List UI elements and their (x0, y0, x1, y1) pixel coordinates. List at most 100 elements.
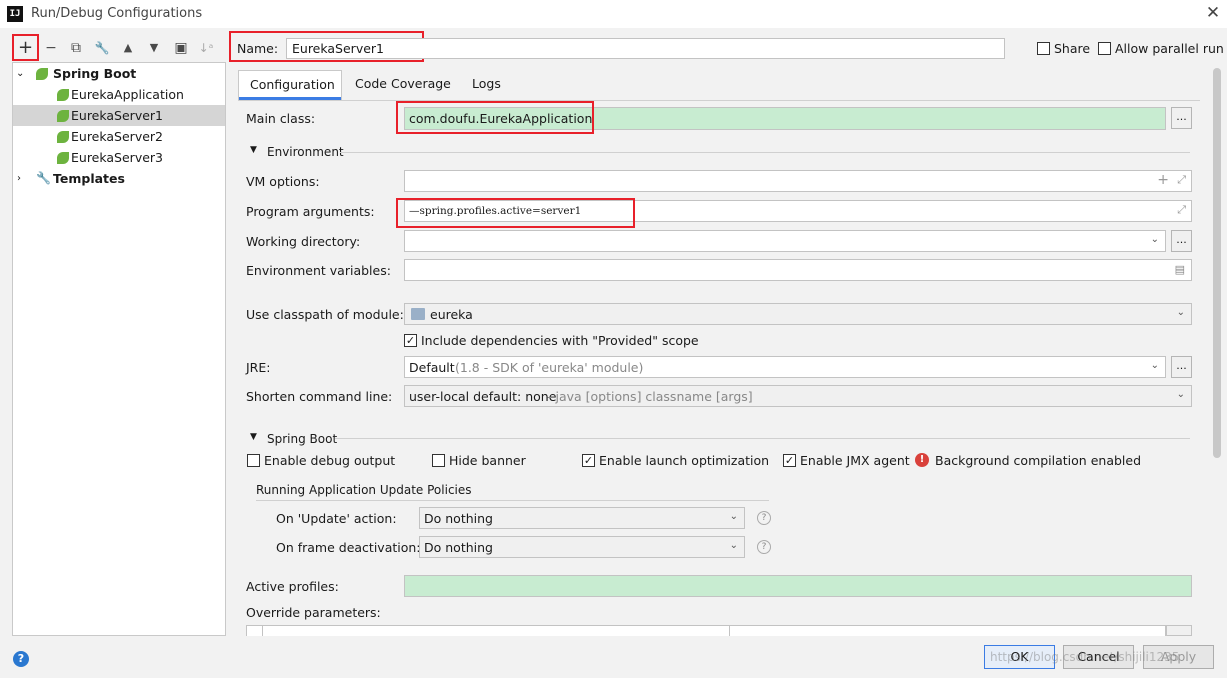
active-profiles-label: Active profiles: (246, 579, 339, 594)
help-question-icon[interactable]: ? (757, 540, 771, 554)
spring-boot-icon (57, 110, 69, 122)
add-configuration-button[interactable]: + (12, 34, 39, 61)
move-down-button[interactable]: ▼ (143, 37, 165, 59)
tab-configuration[interactable]: Configuration (238, 70, 342, 100)
wrench-icon[interactable]: 🔧 (91, 37, 113, 59)
watermark-text: https://blog.csdn.net/shijili1235 (990, 650, 1180, 664)
shorten-command-line-select[interactable]: user-local default: none - java [options… (404, 385, 1192, 407)
chevron-down-icon[interactable]: ⌄ (730, 511, 738, 522)
environment-variables-label: Environment variables: (246, 263, 391, 278)
chevron-down-icon[interactable]: ⌄ (1177, 389, 1185, 400)
collapse-chevron-icon[interactable]: ▼ (250, 145, 257, 155)
program-arguments-label: Program arguments: (246, 204, 375, 219)
plus-icon[interactable]: + (1157, 172, 1169, 188)
spring-boot-section-title: Spring Boot (267, 432, 338, 446)
chevron-down-icon[interactable]: ⌄ (1151, 234, 1159, 245)
expand-icon[interactable]: ⤢ (1177, 173, 1186, 187)
copy-configuration-button[interactable]: ⧉ (65, 37, 87, 59)
classpath-module-select[interactable]: eureka ⌄ (404, 303, 1192, 325)
jmx-agent-label: Enable JMX agent (800, 453, 910, 468)
table-toolbar[interactable] (1166, 625, 1192, 636)
expand-chevron-icon[interactable]: ⌄ (16, 63, 24, 84)
chevron-down-icon[interactable]: ⌄ (1177, 307, 1185, 318)
table-divider (262, 626, 263, 636)
tree-item-eureka-server3[interactable]: EurekaServer3 (13, 147, 225, 168)
tree-node-spring-boot[interactable]: ⌄ Spring Boot (13, 63, 225, 84)
chevron-down-icon[interactable]: ⌄ (1151, 360, 1159, 371)
update-policies-title: Running Application Update Policies (256, 483, 472, 497)
browse-directory-button[interactable]: ... (1171, 230, 1192, 252)
collapse-chevron-icon[interactable]: ▼ (250, 432, 257, 442)
spring-boot-icon (57, 131, 69, 143)
jre-label: JRE: (246, 360, 271, 375)
hide-banner-checkbox[interactable] (432, 454, 445, 467)
scrollbar-track[interactable] (1210, 68, 1224, 638)
classpath-module-value: eureka (430, 307, 473, 322)
shorten-value: user-local default: none (409, 389, 557, 404)
configuration-tree: ⌄ Spring Boot EurekaApplication EurekaSe… (12, 62, 226, 636)
update-action-value: Do nothing (424, 511, 493, 526)
window-title: Run/Debug Configurations (31, 6, 203, 21)
tree-label: EurekaServer2 (71, 129, 163, 144)
section-divider (335, 438, 1190, 439)
update-action-select[interactable]: Do nothing ⌄ (419, 507, 745, 529)
launch-optimization-checkbox[interactable]: ✓ (582, 454, 595, 467)
jmx-agent-checkbox[interactable]: ✓ (783, 454, 796, 467)
browse-jre-button[interactable]: ... (1171, 356, 1192, 378)
close-icon[interactable]: ✕ (1202, 3, 1224, 25)
tree-label: Spring Boot (53, 66, 137, 81)
scrollbar-thumb[interactable] (1213, 68, 1221, 458)
environment-section-title: Environment (267, 145, 344, 159)
override-parameters-label: Override parameters: (246, 605, 381, 620)
help-icon[interactable]: ? (13, 651, 29, 667)
classpath-module-label: Use classpath of module: (246, 307, 404, 322)
working-directory-input[interactable]: ⌄ (404, 230, 1166, 252)
browse-main-class-button[interactable]: ... (1171, 107, 1192, 129)
expand-chevron-icon[interactable]: › (17, 168, 21, 189)
spring-boot-icon (57, 89, 69, 101)
hide-banner-label: Hide banner (449, 453, 526, 468)
wrench-icon: 🔧 (36, 171, 51, 185)
tab-code-coverage[interactable]: Code Coverage (355, 76, 451, 91)
document-icon[interactable]: ▤ (1175, 263, 1185, 276)
main-class-value: com.doufu.EurekaApplication (409, 111, 593, 126)
remove-configuration-button[interactable]: − (40, 37, 62, 59)
override-parameters-table[interactable] (246, 625, 1166, 636)
share-label: Share (1054, 41, 1091, 56)
jre-value: Default (409, 360, 455, 375)
move-up-button[interactable]: ▲ (117, 37, 139, 59)
launch-optimization-label: Enable launch optimization (599, 453, 770, 468)
enable-debug-output-checkbox[interactable] (247, 454, 260, 467)
chevron-down-icon[interactable]: ⌄ (730, 540, 738, 551)
tab-logs[interactable]: Logs (472, 76, 501, 91)
frame-deactivation-select[interactable]: Do nothing ⌄ (419, 536, 745, 558)
include-provided-checkbox[interactable]: ✓ (404, 334, 417, 347)
tree-item-eureka-application[interactable]: EurekaApplication (13, 84, 225, 105)
vm-options-input[interactable]: + ⤢ (404, 170, 1192, 192)
table-divider (729, 626, 730, 636)
sort-icon[interactable]: ↓ᵃ (195, 37, 217, 59)
tree-label: Templates (53, 171, 125, 186)
tree-label: EurekaApplication (71, 87, 184, 102)
active-profiles-input[interactable] (404, 575, 1192, 597)
allow-parallel-checkbox[interactable] (1098, 42, 1111, 55)
working-directory-label: Working directory: (246, 234, 361, 249)
spring-boot-icon (36, 68, 48, 80)
jre-select[interactable]: Default (1.8 - SDK of 'eureka' module) ⌄ (404, 356, 1166, 378)
shorten-command-line-label: Shorten command line: (246, 389, 393, 404)
tree-node-templates[interactable]: › 🔧 Templates (13, 168, 225, 189)
name-input[interactable]: EurekaServer1 (286, 38, 1005, 59)
tree-label: EurekaServer3 (71, 150, 163, 165)
environment-variables-input[interactable]: ▤ (404, 259, 1192, 281)
include-provided-label: Include dependencies with "Provided" sco… (421, 333, 699, 348)
tab-divider (238, 100, 1200, 101)
tree-item-eureka-server2[interactable]: EurekaServer2 (13, 126, 225, 147)
share-checkbox[interactable] (1037, 42, 1050, 55)
program-arguments-value: —spring.profiles.active=server1 (409, 205, 582, 217)
tree-item-eureka-server1[interactable]: EurekaServer1 (13, 105, 225, 126)
help-question-icon[interactable]: ? (757, 511, 771, 525)
folder-icon[interactable]: ▣ (170, 37, 192, 59)
expand-icon[interactable]: ⤢ (1177, 203, 1186, 217)
main-class-label: Main class: (246, 111, 316, 126)
title-bar: IJ Run/Debug Configurations ✕ (0, 0, 1227, 28)
